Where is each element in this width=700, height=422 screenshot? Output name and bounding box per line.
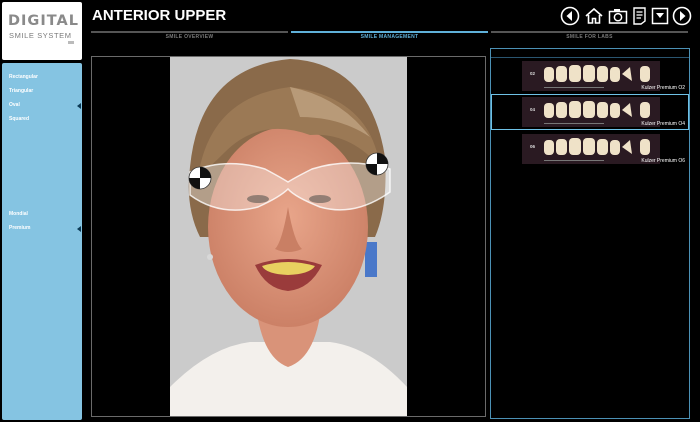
tab-smile-management[interactable]: SMILE MANAGEMENT: [291, 31, 488, 43]
logo-text-primary: DIGITAL: [8, 13, 79, 29]
patient-photo[interactable]: [170, 57, 407, 416]
scale-ruler: [544, 83, 604, 88]
app-logo: DIGITAL SMILE SYSTEM: [2, 2, 82, 60]
tooth-set-thumbnail: 02: [522, 61, 660, 91]
sidebar-item-triangular[interactable]: Triangular: [9, 88, 33, 94]
sidebar-item-squared[interactable]: Squared: [9, 116, 29, 122]
sidebar-item-oval[interactable]: Oval: [9, 102, 20, 108]
tooth-set-name: Kulzer Premium O4: [641, 121, 685, 127]
expand-arrow-icon[interactable]: [77, 226, 81, 232]
forward-icon[interactable]: [672, 6, 692, 26]
tooth-set-name: Kulzer Premium O2: [641, 85, 685, 91]
tab-label: SMILE OVERVIEW: [165, 34, 214, 40]
export-icon[interactable]: [650, 6, 670, 26]
tooth-set-name: Kulzer Premium O6: [641, 158, 685, 164]
home-icon[interactable]: [584, 6, 604, 26]
tab-indicator: [291, 31, 488, 33]
notes-icon[interactable]: [630, 6, 650, 26]
sidebar: Rectangular Triangular Oval Squared Mond…: [2, 63, 82, 420]
sidebar-item-premium[interactable]: Premium: [9, 225, 30, 231]
tab-indicator: [91, 31, 288, 33]
tooth-set-thumbnail: 06: [522, 134, 660, 164]
page-title: ANTERIOR UPPER: [92, 7, 227, 24]
photo-viewport[interactable]: [91, 56, 486, 417]
camera-icon[interactable]: [608, 6, 628, 26]
tab-smile-overview[interactable]: SMILE OVERVIEW: [91, 31, 288, 43]
tab-label: SMILE FOR LABS: [566, 34, 613, 40]
tooth-set-thumbnail: 04: [522, 97, 660, 127]
tab-label: SMILE MANAGEMENT: [360, 34, 419, 40]
library-item[interactable]: 06 Kulzer Premium O6: [492, 132, 688, 166]
tooth-library-panel: 02 Kulzer Premium O2 04 Kulzer Premium O…: [490, 48, 690, 419]
scale-ruler: [544, 119, 604, 124]
logo-mark: [68, 41, 74, 44]
scale-ruler: [544, 156, 604, 161]
library-item-selected[interactable]: 04 Kulzer Premium O4: [491, 94, 689, 130]
sidebar-item-mondial[interactable]: Mondial: [9, 211, 28, 217]
panel-divider: [491, 57, 689, 58]
logo-text-secondary: SMILE SYSTEM: [9, 31, 72, 40]
tab-indicator: [491, 31, 688, 33]
expand-arrow-icon[interactable]: [77, 103, 81, 109]
sidebar-item-rectangular[interactable]: Rectangular: [9, 74, 38, 80]
tab-smile-for-labs[interactable]: SMILE FOR LABS: [491, 31, 688, 43]
back-icon[interactable]: [560, 6, 580, 26]
library-item[interactable]: 02 Kulzer Premium O2: [492, 59, 688, 93]
